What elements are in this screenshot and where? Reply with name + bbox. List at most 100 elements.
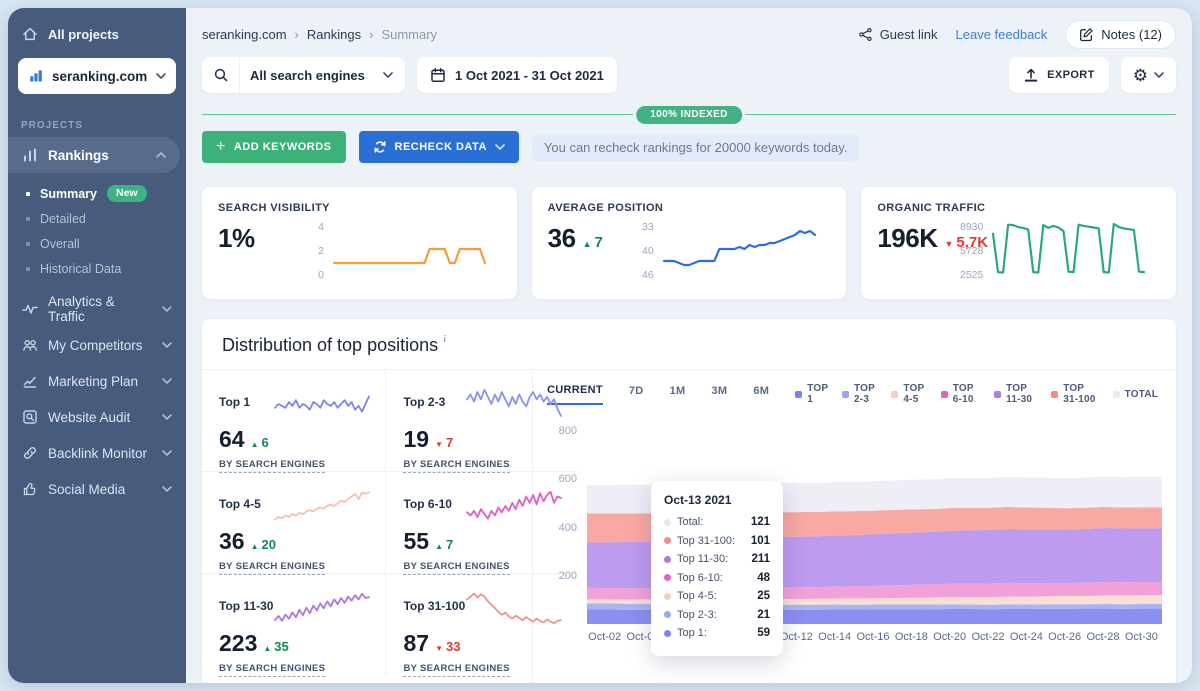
search-visibility-card: SEARCH VISIBILITY 1% 420	[202, 187, 517, 299]
sidebar-item-website-audit[interactable]: Website Audit	[8, 399, 186, 435]
by-search-engines-link[interactable]: BY SEARCH ENGINES	[403, 459, 509, 473]
stat-cards-row: SEARCH VISIBILITY 1% 420 AVERAGE POSITIO…	[202, 187, 1176, 299]
y-axis-ticks: 420	[294, 219, 332, 283]
mini-card-value: 87	[403, 630, 429, 657]
by-search-engines-link[interactable]: BY SEARCH ENGINES	[219, 561, 325, 575]
sidebar-item-rankings[interactable]: Rankings	[8, 137, 180, 173]
sidebar-item-detailed[interactable]: Detailed	[8, 206, 186, 231]
indexed-progress: 100% INDEXED	[202, 106, 1176, 122]
breadcrumb-separator: ›	[295, 27, 299, 42]
sparkline-path	[467, 390, 561, 416]
x-tick-label: Oct-30	[1125, 631, 1158, 643]
guest-link-button[interactable]: Guest link	[858, 27, 938, 42]
sidebar-item-marketing-plan[interactable]: Marketing Plan	[8, 363, 186, 399]
project-selector[interactable]: seranking.com	[18, 58, 176, 94]
leave-feedback-link[interactable]: Leave feedback	[956, 27, 1048, 42]
stat-card-value: 196K	[877, 223, 937, 254]
chevron-down-icon	[162, 378, 172, 384]
legend-swatch	[1051, 391, 1058, 398]
legend-top2-3[interactable]: TOP 2-3	[842, 383, 877, 405]
my-competitors-label: My Competitors	[48, 338, 143, 353]
all-projects-link[interactable]: All projects	[8, 18, 186, 50]
date-range-picker[interactable]: 1 Oct 2021 - 31 Oct 2021	[417, 57, 617, 93]
mini-card-delta: ▲20	[251, 537, 276, 552]
legend-swatch	[795, 391, 802, 398]
top11-30-cell: Top 11-30 223▲35 BY SEARCH ENGINES	[202, 574, 386, 676]
x-tick-label: Oct-18	[895, 631, 928, 643]
stat-card-title: SEARCH VISIBILITY	[218, 202, 501, 214]
notes-button[interactable]: Notes (12)	[1065, 20, 1176, 49]
thumb-icon	[22, 481, 38, 497]
mini-card-value: 55	[403, 528, 429, 555]
top1-cell: Top 1 64▲6 BY SEARCH ENGINES	[202, 370, 386, 472]
rankings-label: Rankings	[48, 148, 109, 163]
by-search-engines-link[interactable]: BY SEARCH ENGINES	[219, 663, 325, 677]
legend-top6-10[interactable]: TOP 6-10	[941, 383, 980, 405]
x-tick-label: Oct-26	[1048, 631, 1081, 643]
sparkline-path	[275, 492, 369, 519]
chevron-down-icon	[162, 342, 172, 348]
chevron-down-icon	[156, 73, 166, 79]
main-area: seranking.com › Rankings › Summary Guest…	[186, 8, 1192, 683]
sparkline-path	[275, 396, 369, 411]
settings-button[interactable]: ⚙	[1121, 57, 1176, 93]
pulse-icon	[22, 301, 38, 317]
top4-5-sparkline	[273, 485, 371, 527]
by-search-engines-link[interactable]: BY SEARCH ENGINES	[403, 561, 509, 575]
by-search-engines-link[interactable]: BY SEARCH ENGINES	[219, 459, 325, 473]
recheck-data-button[interactable]: RECHECK DATA	[359, 131, 519, 163]
series-dot-icon	[664, 537, 671, 544]
mini-card-value: 36	[219, 528, 245, 555]
stat-card-value: 36	[548, 223, 576, 254]
pencil-icon	[1079, 27, 1094, 42]
sidebar-item-backlink-monitor[interactable]: Backlink Monitor	[8, 435, 186, 471]
tab-7d[interactable]: 7D	[629, 385, 644, 404]
legend-total[interactable]: TOTAL	[1113, 389, 1158, 400]
legend-swatch	[994, 391, 1001, 398]
overall-label: Overall	[40, 237, 80, 251]
backlink-monitor-label: Backlink Monitor	[48, 446, 147, 461]
legend-top31-100[interactable]: TOP 31-100	[1051, 383, 1098, 405]
mini-card-delta: ▼7	[435, 435, 453, 450]
series-dot-icon	[664, 519, 671, 526]
add-keywords-button[interactable]: + ADD KEYWORDS	[202, 131, 346, 163]
action-bar: + ADD KEYWORDS RECHECK DATA You can rech…	[202, 131, 1176, 163]
stat-card-value: 1%	[218, 223, 255, 254]
search-engines-select[interactable]: All search engines	[202, 57, 405, 93]
bullet-icon	[26, 242, 30, 246]
delta-arrow-icon: ▲	[251, 542, 259, 551]
breadcrumb-rankings[interactable]: Rankings	[307, 27, 361, 42]
tooltip-row-top6-10: Top 6-10:48	[664, 572, 770, 584]
mini-card-label: Top 31-100	[403, 599, 465, 613]
tab-6m[interactable]: 6M	[753, 385, 769, 404]
tab-3m[interactable]: 3M	[711, 385, 727, 404]
by-search-engines-link[interactable]: BY SEARCH ENGINES	[403, 663, 509, 677]
sidebar-item-historical-data[interactable]: Historical Data	[8, 256, 186, 281]
calendar-icon	[430, 67, 446, 83]
legend-top4-5[interactable]: TOP 4-5	[891, 383, 926, 405]
export-button[interactable]: EXPORT	[1009, 57, 1109, 93]
legend-top11-30[interactable]: TOP 11-30	[994, 383, 1037, 405]
social-media-label: Social Media	[48, 482, 125, 497]
sidebar-item-my-competitors[interactable]: My Competitors	[8, 327, 186, 363]
chevron-down-icon	[495, 144, 505, 150]
delta-arrow-icon: ▲	[583, 239, 592, 249]
analytics-traffic-label: Analytics & Traffic	[48, 294, 152, 324]
series-dot-icon	[664, 556, 671, 563]
info-icon[interactable]: i	[443, 333, 446, 345]
chart-legend: TOP 1 TOP 2-3 TOP 4-5 TOP 6-10 TOP 11-30…	[795, 383, 1158, 405]
sidebar-item-summary[interactable]: Summary New	[8, 181, 186, 206]
legend-top1[interactable]: TOP 1	[795, 383, 828, 405]
sparkline-path	[275, 594, 369, 621]
tab-1m[interactable]: 1M	[670, 385, 686, 404]
stat-card-title: ORGANIC TRAFFIC	[877, 202, 1160, 214]
breadcrumb-project[interactable]: seranking.com	[202, 27, 287, 42]
sidebar-item-social-media[interactable]: Social Media	[8, 471, 186, 507]
chart-tooltip: Oct-13 2021 Total:121 Top 31-100:101 Top…	[651, 481, 783, 656]
sidebar-item-analytics-traffic[interactable]: Analytics & Traffic	[8, 291, 186, 327]
sidebar-item-overall[interactable]: Overall	[8, 231, 186, 256]
tooltip-row-top2-3: Top 2-3:21	[664, 609, 770, 621]
delta-arrow-icon: ▲	[251, 440, 259, 449]
sparkline-path	[334, 249, 485, 263]
x-tick-label: Oct-14	[818, 631, 851, 643]
